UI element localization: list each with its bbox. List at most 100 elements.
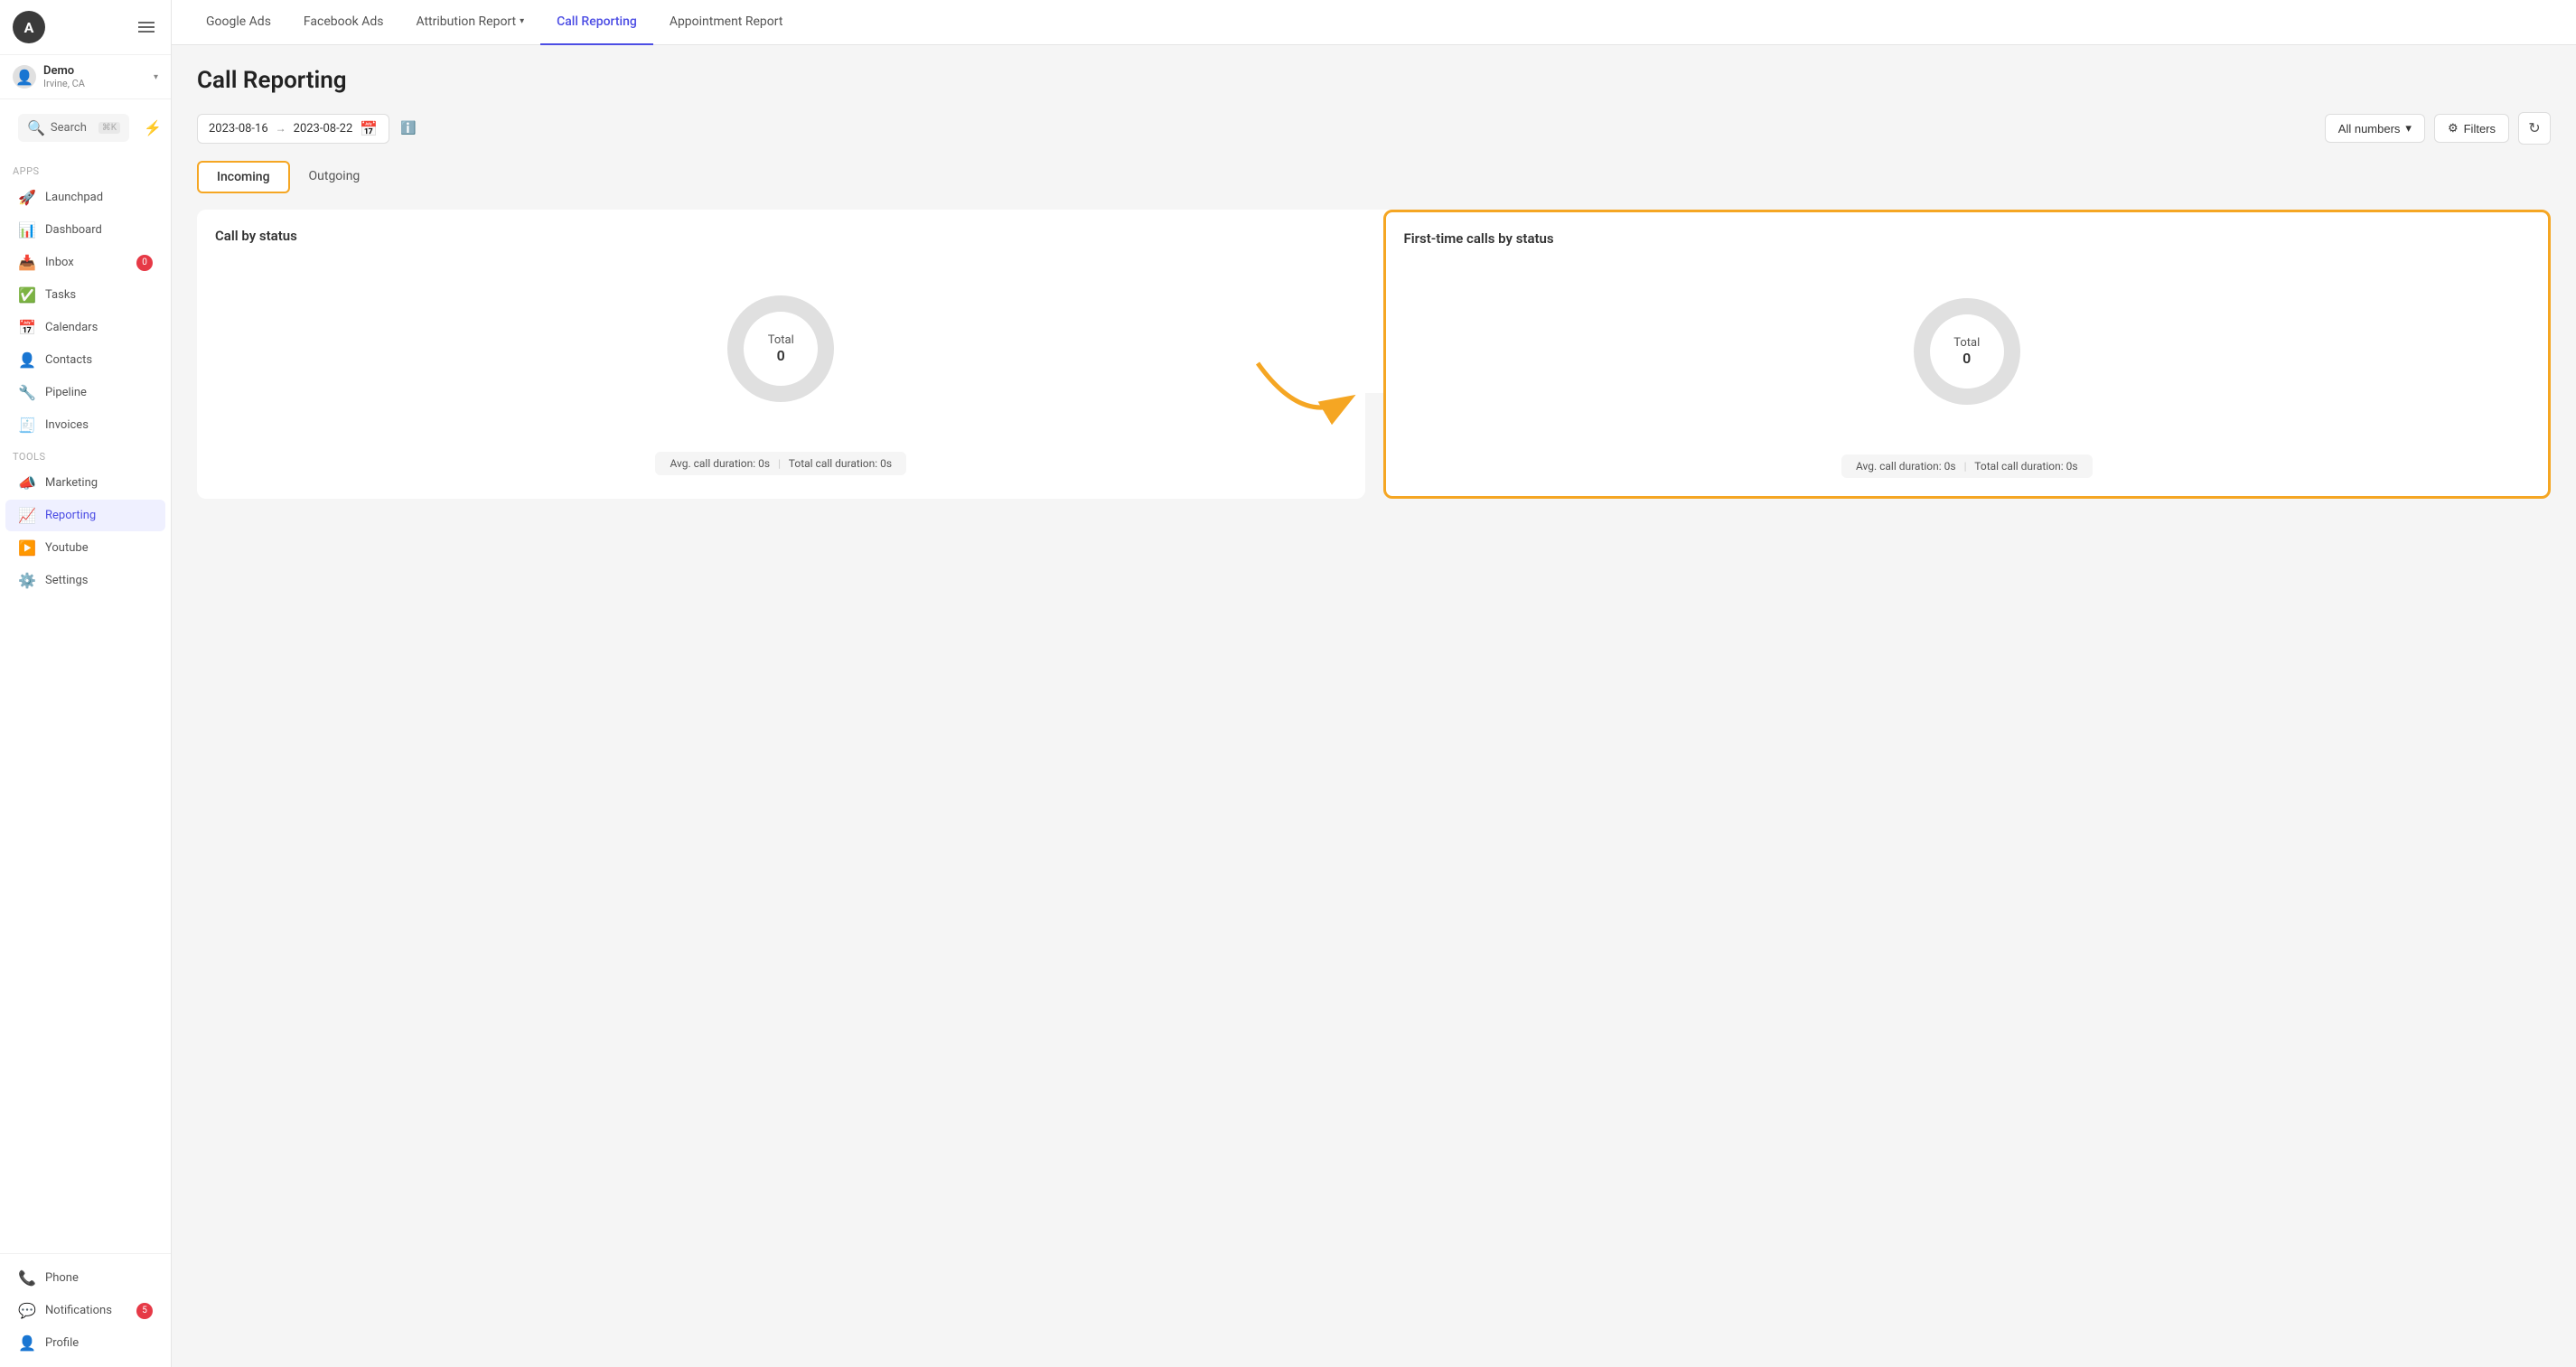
nav-google-ads[interactable]: Google Ads — [190, 0, 287, 45]
sidebar-item-label: Notifications — [45, 1304, 112, 1317]
demo-account-selector[interactable]: 👤 Demo Irvine, CA ▾ — [0, 55, 171, 99]
avg-duration-value: 0s — [758, 457, 770, 470]
sidebar-item-label: Contacts — [45, 353, 92, 367]
sidebar-item-label: Phone — [45, 1271, 79, 1285]
sidebar-item-label: Invoices — [45, 418, 89, 432]
demo-name: Demo — [43, 64, 146, 78]
menu-toggle-button[interactable] — [135, 18, 158, 36]
info-icon[interactable]: ℹ️ — [400, 121, 416, 136]
tab-incoming[interactable]: Incoming — [197, 161, 290, 193]
calendar-icon[interactable]: 📅 — [360, 120, 378, 137]
sidebar-item-notifications[interactable]: 💬 Notifications 5 — [5, 1295, 165, 1326]
top-nav: Google Ads Facebook Ads Attribution Repo… — [172, 0, 2576, 45]
call-by-status-chart: Total 0 — [215, 258, 1347, 439]
sidebar-item-dashboard[interactable]: 📊 Dashboard — [5, 214, 165, 246]
first-time-calls-chart: Total 0 — [1404, 261, 2531, 442]
all-numbers-button[interactable]: All numbers ▾ — [2325, 114, 2425, 143]
sidebar-item-pipeline[interactable]: 🔧 Pipeline — [5, 377, 165, 408]
caret-icon: ▾ — [520, 16, 524, 26]
nav-call-reporting[interactable]: Call Reporting — [540, 0, 653, 45]
invoices-icon: 🧾 — [18, 417, 36, 434]
nav-appointment-report[interactable]: Appointment Report — [653, 0, 800, 45]
chevron-down-icon: ▾ — [2405, 121, 2412, 136]
phone-icon: 📞 — [18, 1269, 36, 1287]
sidebar-item-youtube[interactable]: ▶️ Youtube — [5, 532, 165, 564]
first-time-donut-value: 0 — [1953, 350, 1980, 367]
search-label: Search — [51, 121, 93, 135]
dashboard-icon: 📊 — [18, 221, 36, 239]
first-time-calls-title: First-time calls by status — [1404, 230, 2531, 247]
youtube-icon: ▶️ — [18, 539, 36, 557]
contacts-icon: 👤 — [18, 351, 36, 369]
filter-row: 2023-08-16 → 2023-08-22 📅 ℹ️ All numbers… — [197, 112, 2551, 145]
sidebar-item-label: Calendars — [45, 321, 98, 334]
notifications-badge: 5 — [136, 1303, 153, 1319]
sidebar-item-invoices[interactable]: 🧾 Invoices — [5, 409, 165, 441]
sidebar-item-label: Dashboard — [45, 223, 102, 237]
sidebar-item-marketing[interactable]: 📣 Marketing — [5, 467, 165, 499]
donut-label: Total — [768, 333, 794, 347]
sidebar-item-tasks[interactable]: ✅ Tasks — [5, 279, 165, 311]
avatar: A — [13, 11, 45, 43]
chevron-down-icon: ▾ — [154, 72, 158, 82]
sidebar-item-launchpad[interactable]: 🚀 Launchpad — [5, 182, 165, 213]
profile-icon: 👤 — [18, 1334, 36, 1352]
filter-controls: All numbers ▾ ⚙ Filters ↻ — [2325, 112, 2551, 145]
search-bar[interactable]: 🔍 Search ⌘K — [18, 114, 129, 142]
search-icon: 🔍 — [27, 119, 45, 136]
first-time-avg-stat: Avg. call duration: 0s | Total call dura… — [1841, 454, 2093, 478]
sidebar-item-label: Marketing — [45, 476, 98, 490]
sidebar-item-label: Youtube — [45, 541, 89, 555]
date-arrow-icon: → — [276, 122, 286, 135]
tools-section-label: Tools — [0, 442, 171, 466]
total-duration-value: 0s — [880, 457, 892, 470]
first-time-calls-footer: Avg. call duration: 0s | Total call dura… — [1404, 454, 2531, 478]
sidebar-item-calendars[interactable]: 📅 Calendars — [5, 312, 165, 343]
page-content: Call Reporting 2023-08-16 → 2023-08-22 📅… — [172, 45, 2576, 1367]
first-time-calls-card: First-time calls by status Total 0 — [1383, 210, 2552, 499]
first-time-total-value: 0s — [2066, 460, 2078, 473]
apps-section-label: Apps — [0, 156, 171, 181]
sidebar: A 👤 Demo Irvine, CA ▾ 🔍 Search ⌘K ⚡ Apps… — [0, 0, 172, 1367]
refresh-button[interactable]: ↻ — [2518, 112, 2551, 145]
filter-icon: ⚙ — [2448, 121, 2459, 136]
sidebar-item-profile[interactable]: 👤 Profile — [5, 1327, 165, 1359]
first-time-donut-label: Total — [1953, 336, 1980, 350]
sidebar-item-phone[interactable]: 📞 Phone — [5, 1262, 165, 1294]
demo-avatar-icon: 👤 — [13, 65, 36, 89]
call-by-status-card: Call by status Total 0 Avg. call — [197, 210, 1365, 499]
inbox-icon: 📥 — [18, 254, 36, 271]
nav-attribution-report[interactable]: Attribution Report ▾ — [399, 0, 540, 45]
notifications-icon: 💬 — [18, 1302, 36, 1319]
sidebar-item-settings[interactable]: ⚙️ Settings — [5, 565, 165, 596]
donut-value: 0 — [768, 347, 794, 364]
call-by-status-footer: Avg. call duration: 0s | Total call dura… — [215, 452, 1347, 475]
sidebar-item-label: Profile — [45, 1336, 79, 1350]
sidebar-item-reporting[interactable]: 📈 Reporting — [5, 500, 165, 531]
sidebar-item-label: Inbox — [45, 256, 74, 269]
search-shortcut: ⌘K — [98, 122, 120, 134]
settings-icon: ⚙️ — [18, 572, 36, 589]
sidebar-header: A — [0, 0, 171, 55]
apps-nav: 🚀 Launchpad 📊 Dashboard 📥 Inbox 0 ✅ Task… — [0, 181, 171, 442]
demo-location: Irvine, CA — [43, 78, 146, 89]
main-area: Google Ads Facebook Ads Attribution Repo… — [172, 0, 2576, 1367]
lightning-icon[interactable]: ⚡ — [144, 119, 162, 136]
page-title: Call Reporting — [197, 67, 2551, 94]
date-range-picker[interactable]: 2023-08-16 → 2023-08-22 📅 — [197, 114, 389, 144]
first-time-avg-value: 0s — [1944, 460, 1956, 473]
filters-button[interactable]: ⚙ Filters — [2434, 114, 2509, 143]
pipeline-icon: 🔧 — [18, 384, 36, 401]
sidebar-item-label: Reporting — [45, 509, 96, 522]
launchpad-icon: 🚀 — [18, 189, 36, 206]
call-by-status-title: Call by status — [215, 228, 1347, 244]
sidebar-item-inbox[interactable]: 📥 Inbox 0 — [5, 247, 165, 278]
tools-nav: 📣 Marketing 📈 Reporting ▶️ Youtube ⚙️ Se… — [0, 466, 171, 597]
date-start: 2023-08-16 — [209, 122, 268, 136]
calendars-icon: 📅 — [18, 319, 36, 336]
tab-outgoing[interactable]: Outgoing — [290, 161, 379, 193]
sidebar-item-contacts[interactable]: 👤 Contacts — [5, 344, 165, 376]
sidebar-item-label: Settings — [45, 574, 88, 587]
nav-facebook-ads[interactable]: Facebook Ads — [287, 0, 400, 45]
marketing-icon: 📣 — [18, 474, 36, 492]
